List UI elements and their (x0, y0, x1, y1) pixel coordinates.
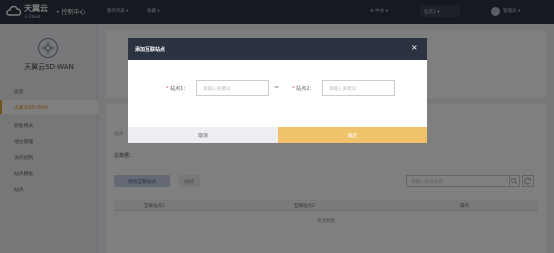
add-interconnect-dialog: 添加互联站点 × * 站点1： 请输入关键词 ≈ * 站点2： 请输入关键词 取… (128, 38, 427, 143)
site1-input[interactable]: 请输入关键词 (196, 80, 269, 96)
close-icon[interactable]: × (411, 43, 418, 52)
site2-input[interactable]: 请输入关键词 (322, 80, 395, 96)
approx-icon: ≈ (274, 84, 280, 91)
dialog-title: 添加互联站点 (135, 47, 166, 53)
site2-label-text: 站点2： (296, 86, 315, 92)
cancel-button[interactable]: 取消 (128, 127, 278, 143)
site1-label-text: 站点1： (170, 86, 189, 92)
site2-label: * 站点2： (292, 86, 315, 92)
dialog-header: 添加互联站点 × (128, 38, 427, 60)
confirm-button[interactable]: 确定 (278, 127, 427, 143)
site1-label: * 站点1： (166, 86, 189, 92)
